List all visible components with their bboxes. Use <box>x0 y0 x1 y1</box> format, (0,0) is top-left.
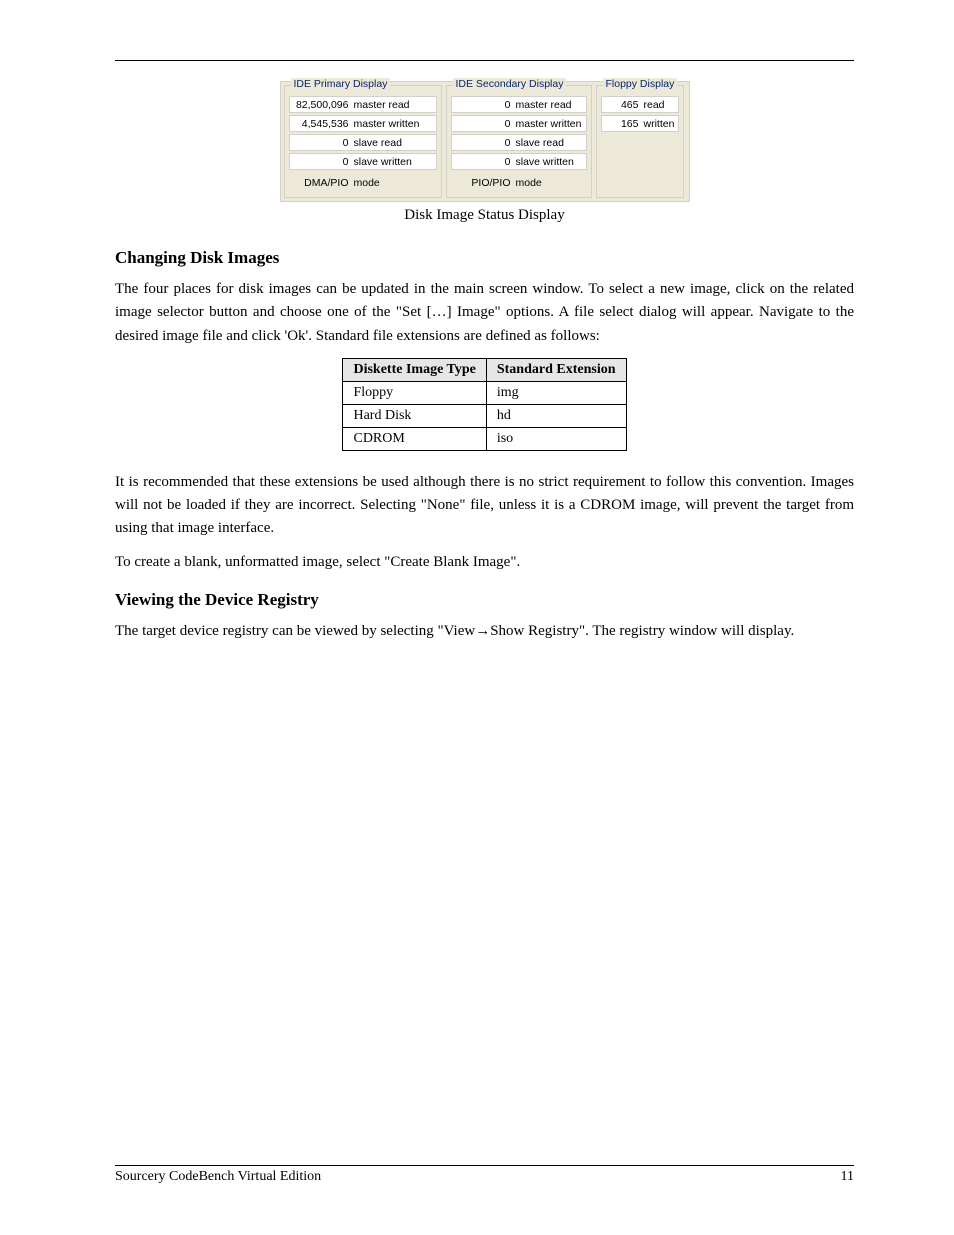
body-paragraph: It is recommended that these extensions … <box>115 471 854 541</box>
stat-row: 0slave read <box>289 134 437 151</box>
section-heading-registry: Viewing the Device Registry <box>115 590 854 610</box>
section-heading-changing-images: Changing Disk Images <box>115 248 854 268</box>
stat-row: 0master written <box>451 115 587 132</box>
floppy-legend: Floppy Display <box>603 78 678 90</box>
mode-row: PIO/PIOmode <box>451 174 587 191</box>
ide-primary-groupbox: IDE Primary Display 82,500,096master rea… <box>284 85 442 198</box>
stat-row: 165written <box>601 115 679 132</box>
table-header: Standard Extension <box>486 358 626 381</box>
ide-primary-legend: IDE Primary Display <box>291 78 391 90</box>
footer-left: Sourcery CodeBench Virtual Edition <box>115 1169 321 1185</box>
stat-row: 0slave read <box>451 134 587 151</box>
floppy-groupbox: Floppy Display 465read 165written <box>596 85 684 198</box>
file-extensions-table: Diskette Image Type Standard Extension F… <box>342 358 626 451</box>
figure-caption: Disk Image Status Display <box>115 207 854 224</box>
table-row: Hard Disk hd <box>343 404 626 427</box>
page-footer: Sourcery CodeBench Virtual Edition 11 <box>115 1165 854 1185</box>
body-paragraph: The four places for disk images can be u… <box>115 278 854 348</box>
stat-row: 0slave written <box>289 153 437 170</box>
disk-status-screenshot: IDE Primary Display 82,500,096master rea… <box>280 81 690 202</box>
stat-row: 0master read <box>451 96 587 113</box>
body-paragraph: The target device registry can be viewed… <box>115 620 854 643</box>
ide-secondary-groupbox: IDE Secondary Display 0master read 0mast… <box>446 85 592 198</box>
table-header: Diskette Image Type <box>343 358 486 381</box>
footer-page-number: 11 <box>841 1169 854 1185</box>
stat-row: 465read <box>601 96 679 113</box>
table-row: CDROM iso <box>343 427 626 450</box>
mode-row: DMA/PIOmode <box>289 174 437 191</box>
body-paragraph: To create a blank, unformatted image, se… <box>115 551 854 574</box>
stat-row: 4,545,536master written <box>289 115 437 132</box>
stat-row: 0slave written <box>451 153 587 170</box>
stat-row: 82,500,096master read <box>289 96 437 113</box>
ide-secondary-legend: IDE Secondary Display <box>453 78 567 90</box>
table-row: Floppy img <box>343 381 626 404</box>
